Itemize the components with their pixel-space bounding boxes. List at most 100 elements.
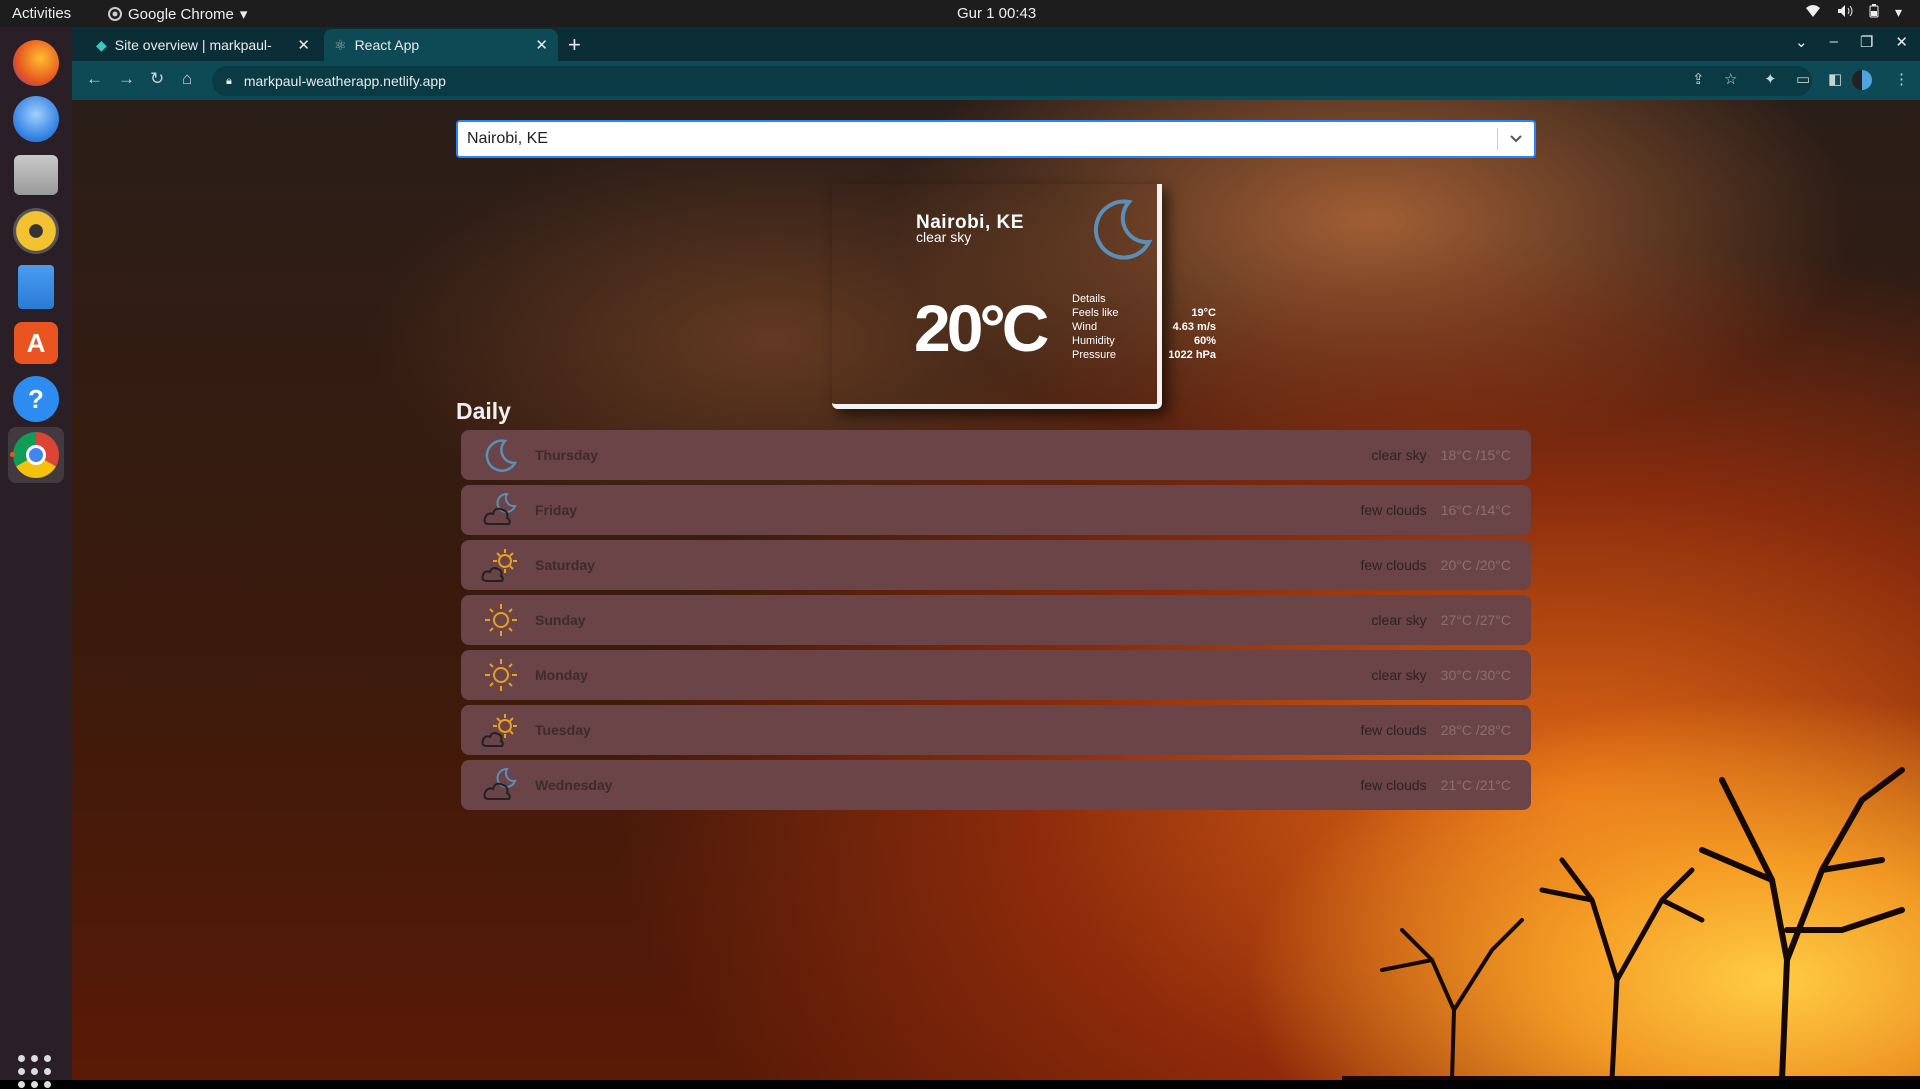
day-description: few clouds [1360,777,1427,793]
daily-heading: Daily [456,398,511,424]
dock-rhythmbox[interactable] [8,203,64,259]
rhythmbox-icon [13,208,59,254]
sun-icon [485,604,517,636]
cloud-moon-icon [483,492,517,525]
day-temp-range: 27°C /27°C [1440,612,1511,628]
day-description: few clouds [1360,722,1427,738]
share-icon[interactable]: ⇪ [1692,70,1705,88]
extensions-puzzle-icon[interactable]: ✦ [1764,70,1777,88]
daily-row[interactable]: Wednesday few clouds 21°C /21°C [461,760,1531,810]
day-description: few clouds [1360,557,1427,573]
day-name: Saturday [535,557,595,573]
dock: A ? [0,27,72,1088]
current-temperature: 20°C [914,291,1049,365]
bookmark-star-icon[interactable]: ☆ [1724,70,1737,88]
sun-icon [485,659,517,691]
detail-value: 4.63 m/s [1172,321,1216,333]
details-heading: Details [1072,293,1106,305]
close-tab-icon[interactable]: ✕ [297,36,310,54]
battery-icon [1869,4,1879,21]
daily-row[interactable]: Friday few clouds 16°C /14°C [461,485,1531,535]
moon-icon [485,439,518,472]
close-window-icon[interactable]: ✕ [1895,33,1908,51]
day-description: clear sky [1371,667,1427,683]
day-name: Thursday [535,447,599,463]
back-arrow-icon[interactable]: ← [86,69,103,89]
day-name: Monday [535,667,588,683]
writer-icon [18,265,54,309]
react-favicon-icon: ⚛ [334,36,347,53]
daily-row[interactable]: Monday clear sky 30°C /30°C [461,650,1531,700]
tab-react-app[interactable]: ⚛ React App ✕ [324,29,558,61]
daily-row[interactable]: Thursday clear sky 18°C /15°C [461,430,1531,480]
day-description: few clouds [1360,502,1427,518]
day-temp-range: 21°C /21°C [1440,777,1511,793]
cloud-sun-icon [481,714,517,747]
day-description: clear sky [1371,447,1427,463]
detail-label: Pressure [1072,349,1117,361]
chevron-down-icon[interactable] [1498,131,1534,147]
chrome-small-icon [108,7,122,21]
day-name: Friday [535,502,578,518]
day-temp-range: 28°C /28°C [1440,722,1511,738]
city-search-select[interactable]: Nairobi, KE [456,120,1536,158]
detail-label: Feels like [1072,307,1119,319]
daily-row[interactable]: Saturday few clouds 20°C /20°C [461,540,1531,590]
city-search-value[interactable]: Nairobi, KE [458,130,1497,148]
thunderbird-icon [13,96,59,142]
day-name: Tuesday [535,722,591,738]
caret-down-icon: ▾ [239,6,248,23]
day-description: clear sky [1371,612,1427,628]
files-icon [14,155,58,195]
tab-search-icon[interactable]: ⌄ [1795,33,1808,51]
moon-icon [1093,199,1153,260]
app-menu[interactable]: Google Chrome ▾ [108,5,247,23]
reload-icon[interactable]: ↻ [150,69,164,89]
system-tray[interactable]: ▾ [1805,4,1902,21]
tab-title: Site overview | markpaul- [114,37,272,53]
browser-toolbar: ← → ↻ ⌂ 🔒︎ markpaul-weatherapp.netlify.a… [72,61,1920,100]
day-temp-range: 18°C /15°C [1440,447,1511,463]
dock-software[interactable]: A [8,315,64,371]
home-icon[interactable]: ⌂ [182,69,192,89]
chrome-menu-icon[interactable]: ⋮ [1894,70,1909,88]
daily-row[interactable]: Sunday clear sky 27°C /27°C [461,595,1531,645]
cast-icon[interactable]: ▭ [1796,70,1810,88]
detail-value: 60% [1193,335,1216,347]
clock[interactable]: Gur 1 00:43 [957,5,1036,22]
browser-window: ◆ Site overview | markpaul- ✕ ⚛ React Ap… [72,27,1920,100]
new-tab-button[interactable]: + [568,32,581,58]
dock-thunderbird[interactable] [8,91,64,147]
help-icon: ? [13,376,59,422]
daily-forecast-list: Thursday clear sky 18°C /15°C Friday few… [461,430,1531,815]
cloud-moon-icon [483,767,517,800]
dock-chrome[interactable] [8,427,64,483]
dock-firefox[interactable] [8,35,64,91]
tab-title: React App [354,37,420,53]
detail-value: 19°C [1191,307,1216,319]
side-panel-icon[interactable]: ◧ [1828,70,1842,88]
address-bar[interactable]: 🔒︎ markpaul-weatherapp.netlify.app [212,66,1812,96]
dock-files[interactable] [8,147,64,203]
forward-arrow-icon[interactable]: → [118,69,135,89]
weather-app-page: Nairobi, KE Nairobi, KE clear sky 20°C D… [72,100,1920,1080]
daily-row[interactable]: Tuesday few clouds 28°C /28°C [461,705,1531,755]
url-text: markpaul-weatherapp.netlify.app [243,73,446,89]
cloud-sun-icon [481,549,517,582]
minimize-icon[interactable]: – [1830,33,1838,51]
tab-site-overview[interactable]: ◆ Site overview | markpaul- ✕ [86,29,320,61]
dock-writer[interactable] [8,259,64,315]
activities-button[interactable]: Activities [12,5,71,22]
day-temp-range: 16°C /14°C [1440,502,1511,518]
dock-help[interactable]: ? [8,371,64,427]
current-weather-card: Nairobi, KE clear sky 20°C Details Feels… [832,184,1216,409]
show-applications-button[interactable] [18,1055,52,1089]
lock-icon: 🔒︎ [226,74,232,87]
close-tab-icon[interactable]: ✕ [535,36,548,54]
profile-avatar[interactable] [1852,70,1872,94]
netlify-favicon-icon: ◆ [96,36,107,53]
day-name: Sunday [535,612,586,628]
firefox-icon [13,40,59,86]
maximize-icon[interactable]: ❐ [1860,33,1873,51]
wifi-icon [1805,4,1821,21]
